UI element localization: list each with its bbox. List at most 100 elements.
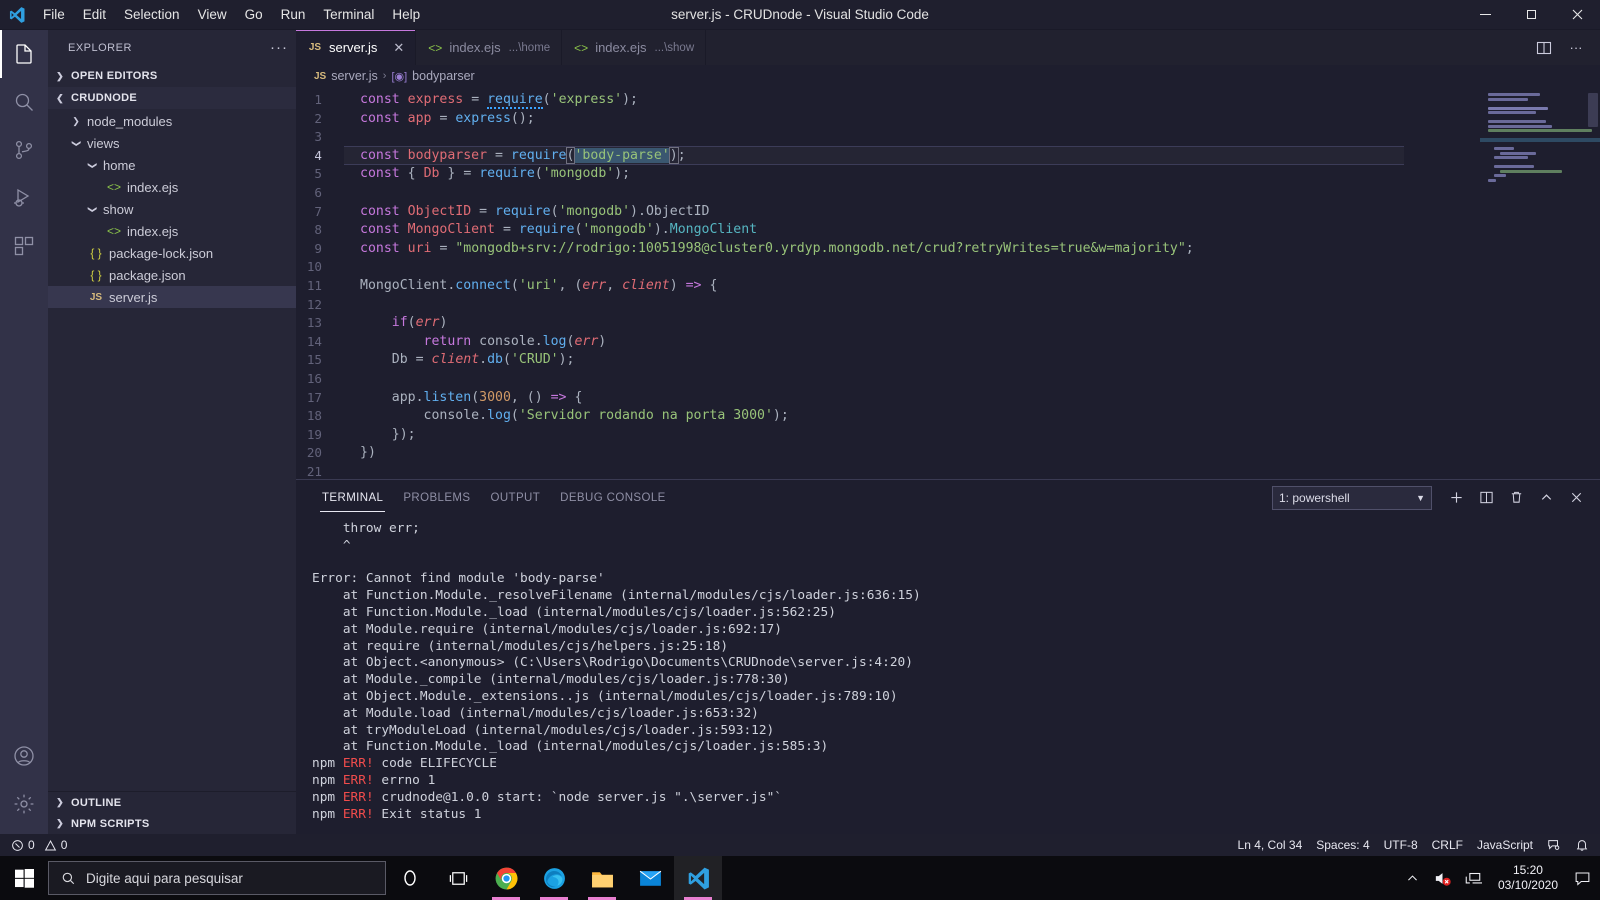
new-terminal-button[interactable] (1442, 485, 1470, 511)
status-indentation[interactable]: Spaces: 4 (1309, 834, 1376, 856)
code-content[interactable]: 1 const express = require('express'); 2 … (296, 87, 1480, 479)
line-text (344, 463, 360, 479)
volume-muted-icon[interactable] (1428, 856, 1458, 900)
terminal-line-text: Exit status 1 (381, 806, 482, 822)
err-badge: ERR! (342, 789, 382, 805)
tab-index-ejs-home[interactable]: <> index.ejs ...\home (416, 30, 563, 65)
activity-run-debug[interactable] (0, 174, 48, 222)
split-editor-icon[interactable] (1530, 33, 1558, 63)
tree-item-home[interactable]: ❮ home (48, 154, 296, 176)
minimap[interactable] (1480, 87, 1600, 479)
terminal-output[interactable]: throw err; ^ Error: Cannot find module '… (296, 515, 1600, 834)
menu-selection[interactable]: Selection (115, 2, 189, 28)
tree-item-views[interactable]: ❮ views (48, 132, 296, 154)
tree-item-package-json[interactable]: { } package.json (48, 264, 296, 286)
split-terminal-button[interactable] (1472, 485, 1500, 511)
menu-terminal[interactable]: Terminal (314, 2, 383, 28)
panel-tab-output[interactable]: OUTPUT (480, 480, 550, 515)
maximize-button[interactable] (1508, 0, 1554, 30)
maximize-panel-button[interactable] (1532, 485, 1560, 511)
activity-source-control[interactable] (0, 126, 48, 174)
tree-item-show[interactable]: ❮ show (48, 198, 296, 220)
tree-item-server-js[interactable]: JS server.js (48, 286, 296, 308)
taskbar-microsoft-edge[interactable] (530, 856, 578, 900)
tab-label: index.ejs (449, 40, 501, 55)
taskbar-file-explorer[interactable] (578, 856, 626, 900)
terminal-selector-value: 1: powershell (1279, 490, 1350, 505)
err-badge: ERR! (342, 756, 382, 772)
breadcrumb-file[interactable]: server.js (331, 69, 378, 83)
line-number: 20 (306, 445, 322, 461)
more-actions-icon[interactable]: ··· (1562, 33, 1590, 63)
taskbar-visual-studio-code[interactable] (674, 856, 722, 900)
activity-accounts[interactable] (0, 732, 48, 780)
section-crudnode[interactable]: ❮ CRUDNODE (48, 87, 296, 109)
terminal-line: at Function.Module._load (internal/modul… (312, 604, 836, 620)
vscode-logo-icon (0, 6, 34, 24)
terminal-line: at tryModuleLoad (internal/modules/cjs/l… (312, 722, 775, 738)
kill-terminal-button[interactable] (1502, 485, 1530, 511)
close-icon[interactable]: ✕ (383, 40, 404, 56)
line-number: 13 (306, 315, 322, 331)
cortana-icon[interactable] (386, 856, 434, 900)
tree-item-index-ejs-home[interactable]: <> index.ejs (48, 176, 296, 198)
activity-explorer[interactable] (0, 30, 48, 78)
status-cursor-position[interactable]: Ln 4, Col 34 (1231, 834, 1310, 856)
menu-go[interactable]: Go (236, 2, 272, 28)
code-scroll[interactable]: 1 const express = require('express'); 2 … (296, 87, 1480, 479)
tree-item-index-ejs-show[interactable]: <> index.ejs (48, 220, 296, 242)
notification-center-button[interactable] (1568, 856, 1596, 900)
tab-path-suffix: ...\show (654, 41, 695, 54)
editor-group: JS server.js ✕ <> index.ejs ...\home <> … (296, 30, 1600, 834)
taskbar-google-chrome[interactable] (482, 856, 530, 900)
status-language-mode[interactable]: JavaScript (1470, 834, 1540, 856)
section-open-editors[interactable]: ❯ OPEN EDITORS (48, 65, 296, 87)
section-outline[interactable]: ❯ OUTLINE (48, 792, 296, 813)
show-hidden-icons-button[interactable] (1398, 856, 1428, 900)
panel-tab-terminal[interactable]: TERMINAL (312, 480, 393, 515)
status-encoding[interactable]: UTF-8 (1377, 834, 1425, 856)
tree-item-label: home (103, 157, 136, 173)
panel-header: TERMINAL PROBLEMS OUTPUT DEBUG CONSOLE 1… (296, 480, 1600, 515)
clock-time: 15:20 (1512, 863, 1543, 877)
status-notifications[interactable] (1568, 834, 1596, 856)
activity-search[interactable] (0, 78, 48, 126)
menu-edit[interactable]: Edit (74, 2, 115, 28)
activity-settings[interactable] (0, 780, 48, 828)
terminal-selector-dropdown[interactable]: 1: powershell ▼ (1272, 485, 1432, 510)
section-npm-scripts[interactable]: ❯ NPM SCRIPTS (48, 813, 296, 834)
tree-item-label: package.json (109, 267, 186, 283)
line-text: const app = express(); (360, 110, 535, 126)
tab-server-js[interactable]: JS server.js ✕ (296, 30, 417, 65)
menu-file[interactable]: File (34, 2, 74, 28)
minimap-line (1488, 178, 1496, 182)
network-icon[interactable] (1458, 856, 1488, 900)
menu-run[interactable]: Run (272, 2, 315, 28)
status-eol[interactable]: CRLF (1425, 834, 1470, 856)
taskbar-mail[interactable] (626, 856, 674, 900)
taskbar-clock[interactable]: 15:20 03/10/2020 (1488, 856, 1568, 900)
breadcrumb-symbol[interactable]: bodyparser (412, 69, 475, 83)
close-button[interactable] (1554, 0, 1600, 30)
tab-index-ejs-show[interactable]: <> index.ejs ...\show (562, 30, 707, 65)
status-feedback[interactable] (1540, 834, 1568, 856)
status-problems[interactable]: 0 0 (4, 834, 74, 856)
panel-tab-problems[interactable]: PROBLEMS (393, 480, 480, 515)
code-line: 19 }); (296, 426, 1480, 445)
chevron-right-icon: ❯ (56, 818, 64, 828)
activity-extensions[interactable] (0, 222, 48, 270)
taskbar-search-input[interactable]: Digite aqui para pesquisar (48, 861, 386, 895)
line-text (344, 370, 360, 389)
tree-item-node_modules[interactable]: ❯ node_modules (48, 110, 296, 132)
menu-view[interactable]: View (189, 2, 236, 28)
tree-item-package-lock-json[interactable]: { } package-lock.json (48, 242, 296, 264)
sidebar-more-actions-icon[interactable]: ··· (270, 39, 288, 56)
editor-scrollbar[interactable] (1588, 93, 1598, 127)
code-line: 2 const app = express(); (296, 110, 1480, 129)
task-view-icon[interactable] (434, 856, 482, 900)
start-button[interactable] (0, 856, 48, 900)
minimize-button[interactable] (1462, 0, 1508, 30)
menu-help[interactable]: Help (383, 2, 429, 28)
panel-tab-debug-console[interactable]: DEBUG CONSOLE (550, 480, 676, 515)
close-panel-button[interactable] (1562, 485, 1590, 511)
